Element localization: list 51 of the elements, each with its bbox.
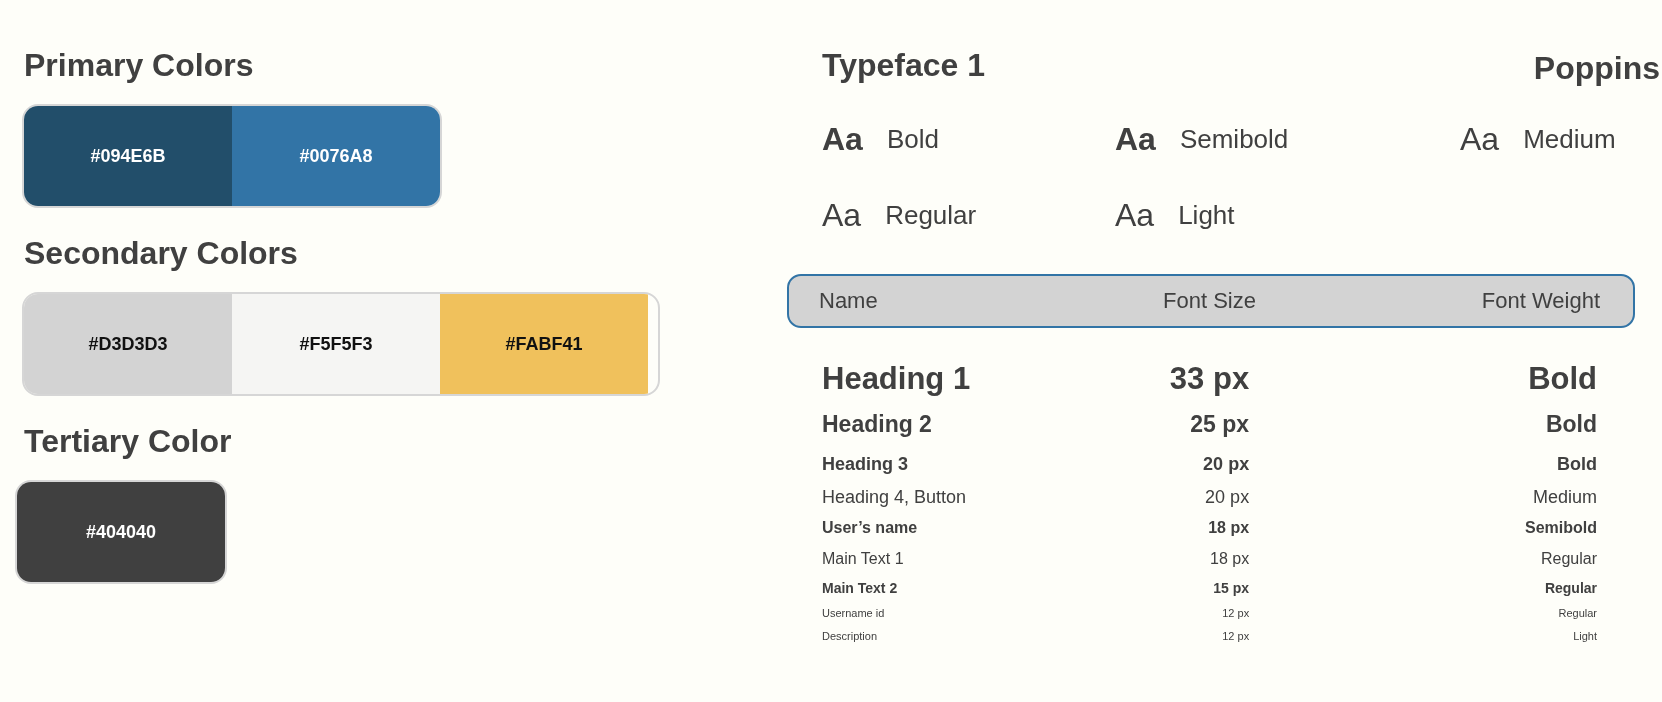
table-cell-text: Regular (1539, 549, 1597, 569)
table-cell-text: Heading 1 (822, 360, 972, 398)
color-swatch: #FABF41 (440, 294, 648, 394)
table-cell-text: 12 px (1221, 629, 1250, 644)
font-sample: Aa (822, 120, 863, 158)
font-sample: Aa (1115, 120, 1156, 158)
weight-name: Regular (885, 199, 977, 231)
font-sample: Aa (1460, 120, 1500, 158)
table-cell-text: 18 px (1207, 518, 1250, 538)
table-cell-text: Main Text 1 (822, 549, 905, 569)
color-swatch: #404040 (17, 482, 225, 582)
typeface-heading: Typeface 1 (822, 46, 986, 85)
weight-name: Bold (886, 123, 939, 155)
table-cell-text: 20 px (1204, 486, 1250, 509)
column-header: Font Weight (1480, 288, 1600, 314)
table-cell-text: 12 px (1221, 606, 1250, 621)
table-cell-text: 18 px (1209, 549, 1250, 569)
weight-name: Light (1178, 199, 1235, 231)
column-header: Name (819, 288, 879, 314)
table-cell-text: Medium (1531, 486, 1597, 509)
table-cell-text: Heading 2 (822, 410, 933, 439)
table-cell-text: 15 px (1212, 579, 1250, 598)
color-swatch: #F5F5F3 (232, 294, 440, 394)
table-cell-text: Regular (1543, 579, 1597, 598)
color-swatch: #0076A8 (232, 106, 440, 206)
font-family-name: Poppins (1533, 50, 1660, 87)
font-sample: Aa (822, 196, 862, 234)
section-heading: Secondary Colors (24, 234, 299, 273)
table-cell-text: Bold (1556, 453, 1597, 476)
section-heading: Primary Colors (24, 46, 255, 85)
weight-name: Medium (1523, 123, 1616, 155)
table-cell-text: Bold (1527, 360, 1597, 398)
table-cell-text: Semibold (1524, 518, 1597, 538)
table-cell-text: Main Text 2 (822, 579, 899, 598)
table-cell-text: Heading 4, Button (822, 486, 968, 509)
weight-name: Semibold (1179, 123, 1289, 155)
table-cell-text: User’s name (822, 518, 919, 538)
column-header: Font Size (1162, 288, 1257, 314)
table-cell-text: 20 px (1202, 453, 1250, 476)
table-cell-text: 25 px (1189, 410, 1250, 439)
table-cell-text: Description (822, 629, 879, 644)
section-heading: Tertiary Color (24, 422, 233, 461)
color-swatch: #094E6B (24, 106, 232, 206)
table-cell-text: Light (1572, 629, 1597, 644)
table-cell-text: Regular (1557, 606, 1597, 621)
color-swatch: #D3D3D3 (24, 294, 232, 394)
table-cell-text: Heading 3 (822, 453, 910, 476)
table-cell-text: Username id (822, 606, 886, 621)
font-sample: Aa (1115, 196, 1155, 234)
table-cell-text: Bold (1544, 410, 1597, 439)
table-cell-text: 33 px (1169, 360, 1250, 398)
